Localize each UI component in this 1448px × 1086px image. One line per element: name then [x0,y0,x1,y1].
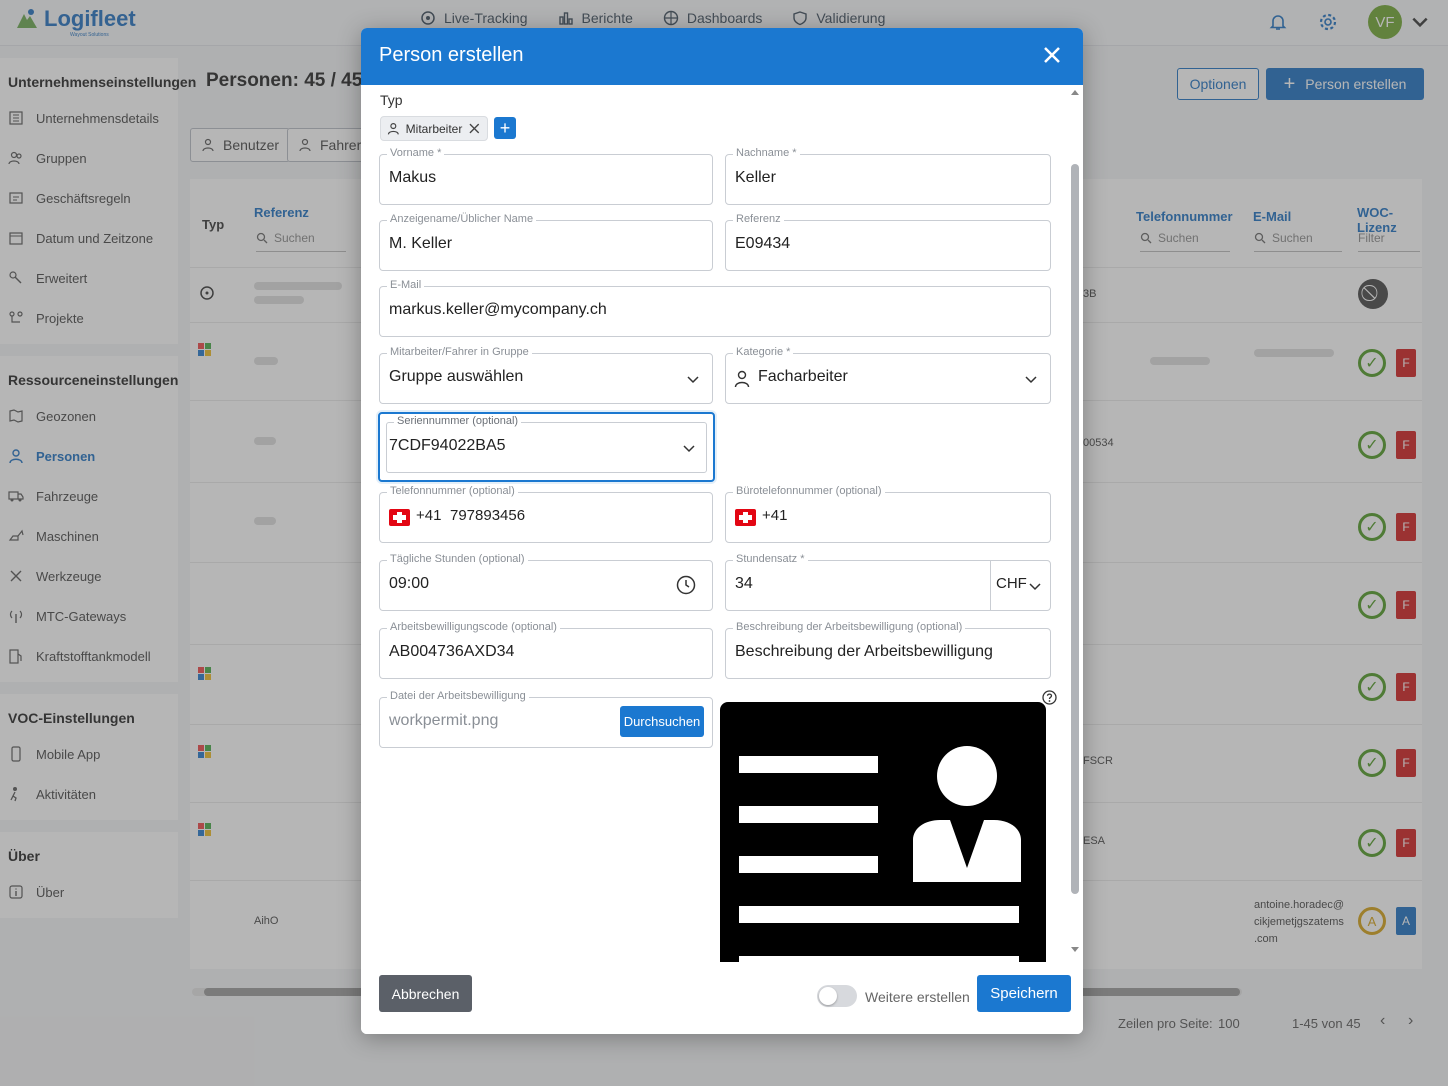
field-value: E09434 [735,235,791,252]
person-icon [734,370,750,388]
field-value: Makus [389,169,437,186]
arbeitsbewilligungscode-field[interactable]: Arbeitsbewilligungscode (optional) AB004… [379,621,713,679]
email-field[interactable]: E-Mail markus.keller@mycompany.ch [379,279,1051,337]
seriennummer-inner: Seriennummer (optional) 7CDF94022BA5 [386,415,707,473]
field-label: Seriennummer (optional) [394,415,522,427]
scroll-down-icon[interactable] [1070,944,1080,954]
field-value: 7CDF94022BA5 [389,437,506,454]
dialog-scrollbar[interactable] [1070,88,1080,958]
chevron-down-icon [1029,583,1041,591]
buerotelefon-field[interactable]: Bürotelefonnummer (optional) +41 [725,485,1051,543]
create-another-toggle[interactable] [817,985,857,1007]
typ-chip-mitarbeiter[interactable]: Mitarbeiter [380,116,488,141]
divider [990,561,991,610]
arbeitsbewilligung-beschreibung-field[interactable]: Beschreibung der Arbeitsbewilligung (opt… [725,621,1051,679]
field-label: Bürotelefonnummer (optional) [733,485,885,497]
scroll-up-icon[interactable] [1070,88,1080,98]
swiss-flag-icon[interactable] [389,509,410,526]
chip-label: Mitarbeiter [405,121,463,136]
field-label: Tägliche Stunden (optional) [387,553,528,565]
field-label: Anzeigename/Üblicher Name [387,213,537,225]
id-card-icon [739,746,1021,962]
field-label: E-Mail [387,279,425,291]
create-another-label: Weitere erstellen [865,989,970,1005]
scrollbar-thumb[interactable] [1071,164,1079,894]
remove-chip-icon[interactable] [468,122,481,135]
toggle-knob [819,987,837,1005]
work-permit-preview-image [720,702,1046,962]
add-type-button[interactable]: + [494,117,516,139]
person-icon [387,123,399,135]
vorname-field[interactable]: Vorname * Makus [379,147,713,205]
nachname-field[interactable]: Nachname * Keller [725,147,1051,205]
save-button[interactable]: Speichern [977,975,1071,1012]
create-person-dialog: Person erstellen Typ Mitarbeiter + Vorna… [361,28,1083,1034]
field-label: Vorname * [387,147,445,159]
swiss-flag-icon[interactable] [735,509,756,526]
close-icon[interactable] [1039,42,1065,68]
field-label: Stundensatz * [733,553,808,565]
field-value: AB004736AXD34 [389,643,515,660]
chevron-down-icon [1025,376,1037,384]
chevron-down-icon [687,376,699,384]
phone-prefix: +41 [762,507,788,524]
field-value: Gruppe auswählen [389,368,524,385]
kategorie-select[interactable]: Kategorie * Facharbeiter [725,346,1051,404]
field-value: markus.keller@mycompany.ch [389,301,607,318]
browse-button[interactable]: Durchsuchen [620,706,704,737]
gruppe-select[interactable]: Mitarbeiter/Fahrer in Gruppe Gruppe ausw… [379,346,713,404]
field-label: Datei der Arbeitsbewilligung [387,690,529,702]
stundensatz-field[interactable]: Stundensatz * 34 CHF [725,553,1051,611]
field-value: 09:00 [389,575,430,592]
field-value: Keller [735,169,776,186]
clock-icon[interactable] [676,575,696,595]
field-label: Nachname * [733,147,800,159]
seriennummer-select[interactable]: Seriennummer (optional) 7CDF94022BA5 [378,412,715,482]
currency-select[interactable]: CHF [996,575,1027,592]
field-value: workpermit.png [389,712,499,729]
dialog-header: Person erstellen [361,28,1083,85]
telefon-field[interactable]: Telefonnummer (optional) +41 797893456 [379,485,713,543]
field-value: Facharbeiter [758,368,848,385]
field-value: 34 [735,575,753,592]
dialog-footer: Abbrechen Weitere erstellen Speichern [361,965,1083,1034]
field-label: Referenz [733,213,784,225]
typ-label: Typ [380,92,403,108]
field-value: M. Keller [389,235,453,252]
field-label: Mitarbeiter/Fahrer in Gruppe [387,346,532,358]
taegliche-stunden-field[interactable]: Tägliche Stunden (optional) 09:00 [379,553,713,611]
phone-prefix: +41 [416,507,442,524]
help-icon[interactable] [1042,690,1057,705]
referenz-field[interactable]: Referenz E09434 [725,213,1051,271]
field-label: Telefonnummer (optional) [387,485,518,497]
anzeigename-field[interactable]: Anzeigename/Üblicher Name M. Keller [379,213,713,271]
cancel-button[interactable]: Abbrechen [379,975,472,1012]
field-label: Beschreibung der Arbeitsbewilligung (opt… [733,621,966,633]
chevron-down-icon [683,445,695,453]
field-label: Arbeitsbewilligungscode (optional) [387,621,560,633]
field-label: Kategorie * [733,346,794,358]
dialog-title: Person erstellen [379,44,524,66]
field-value: 797893456 [450,507,526,524]
field-value: Beschreibung der Arbeitsbewilligung [735,643,993,660]
